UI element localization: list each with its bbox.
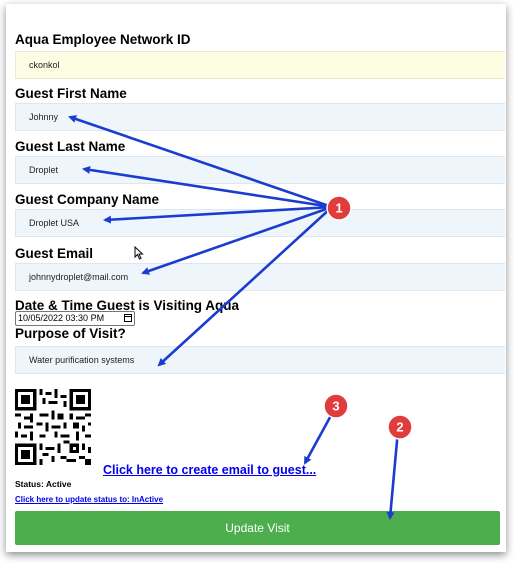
email-field[interactable]: johnnydroplet@mail.com — [15, 263, 505, 291]
update-visit-button[interactable]: Update Visit — [15, 511, 500, 545]
network-id-field[interactable]: ckonkol — [15, 51, 505, 79]
first-name-field[interactable]: Johnny — [15, 103, 505, 131]
purpose-field[interactable]: Water purification systems — [15, 346, 505, 374]
last-name-field[interactable]: Droplet — [15, 156, 505, 184]
calendar-icon[interactable] — [124, 314, 132, 322]
purpose-label: Purpose of Visit? — [15, 326, 126, 341]
last-name-label: Guest Last Name — [15, 139, 126, 154]
company-field[interactable]: Droplet USA — [15, 209, 505, 237]
update-status-link[interactable]: Click here to update status to: InActive — [15, 495, 163, 504]
qr-code-icon — [15, 389, 91, 465]
status-text: Status: Active — [15, 479, 72, 489]
create-email-link[interactable]: Click here to create email to guest... — [103, 463, 316, 477]
company-label: Guest Company Name — [15, 192, 160, 207]
datetime-value: 10/05/2022 03:30 PM — [18, 313, 105, 323]
email-label: Guest Email — [15, 246, 94, 261]
first-name-label: Guest First Name — [15, 86, 127, 101]
network-id-label: Aqua Employee Network ID — [15, 32, 191, 47]
cursor-icon — [134, 246, 144, 260]
visit-form-panel: Aqua Employee Network ID ckonkol Guest F… — [6, 4, 506, 552]
datetime-input[interactable]: 10/05/2022 03:30 PM — [15, 311, 135, 326]
